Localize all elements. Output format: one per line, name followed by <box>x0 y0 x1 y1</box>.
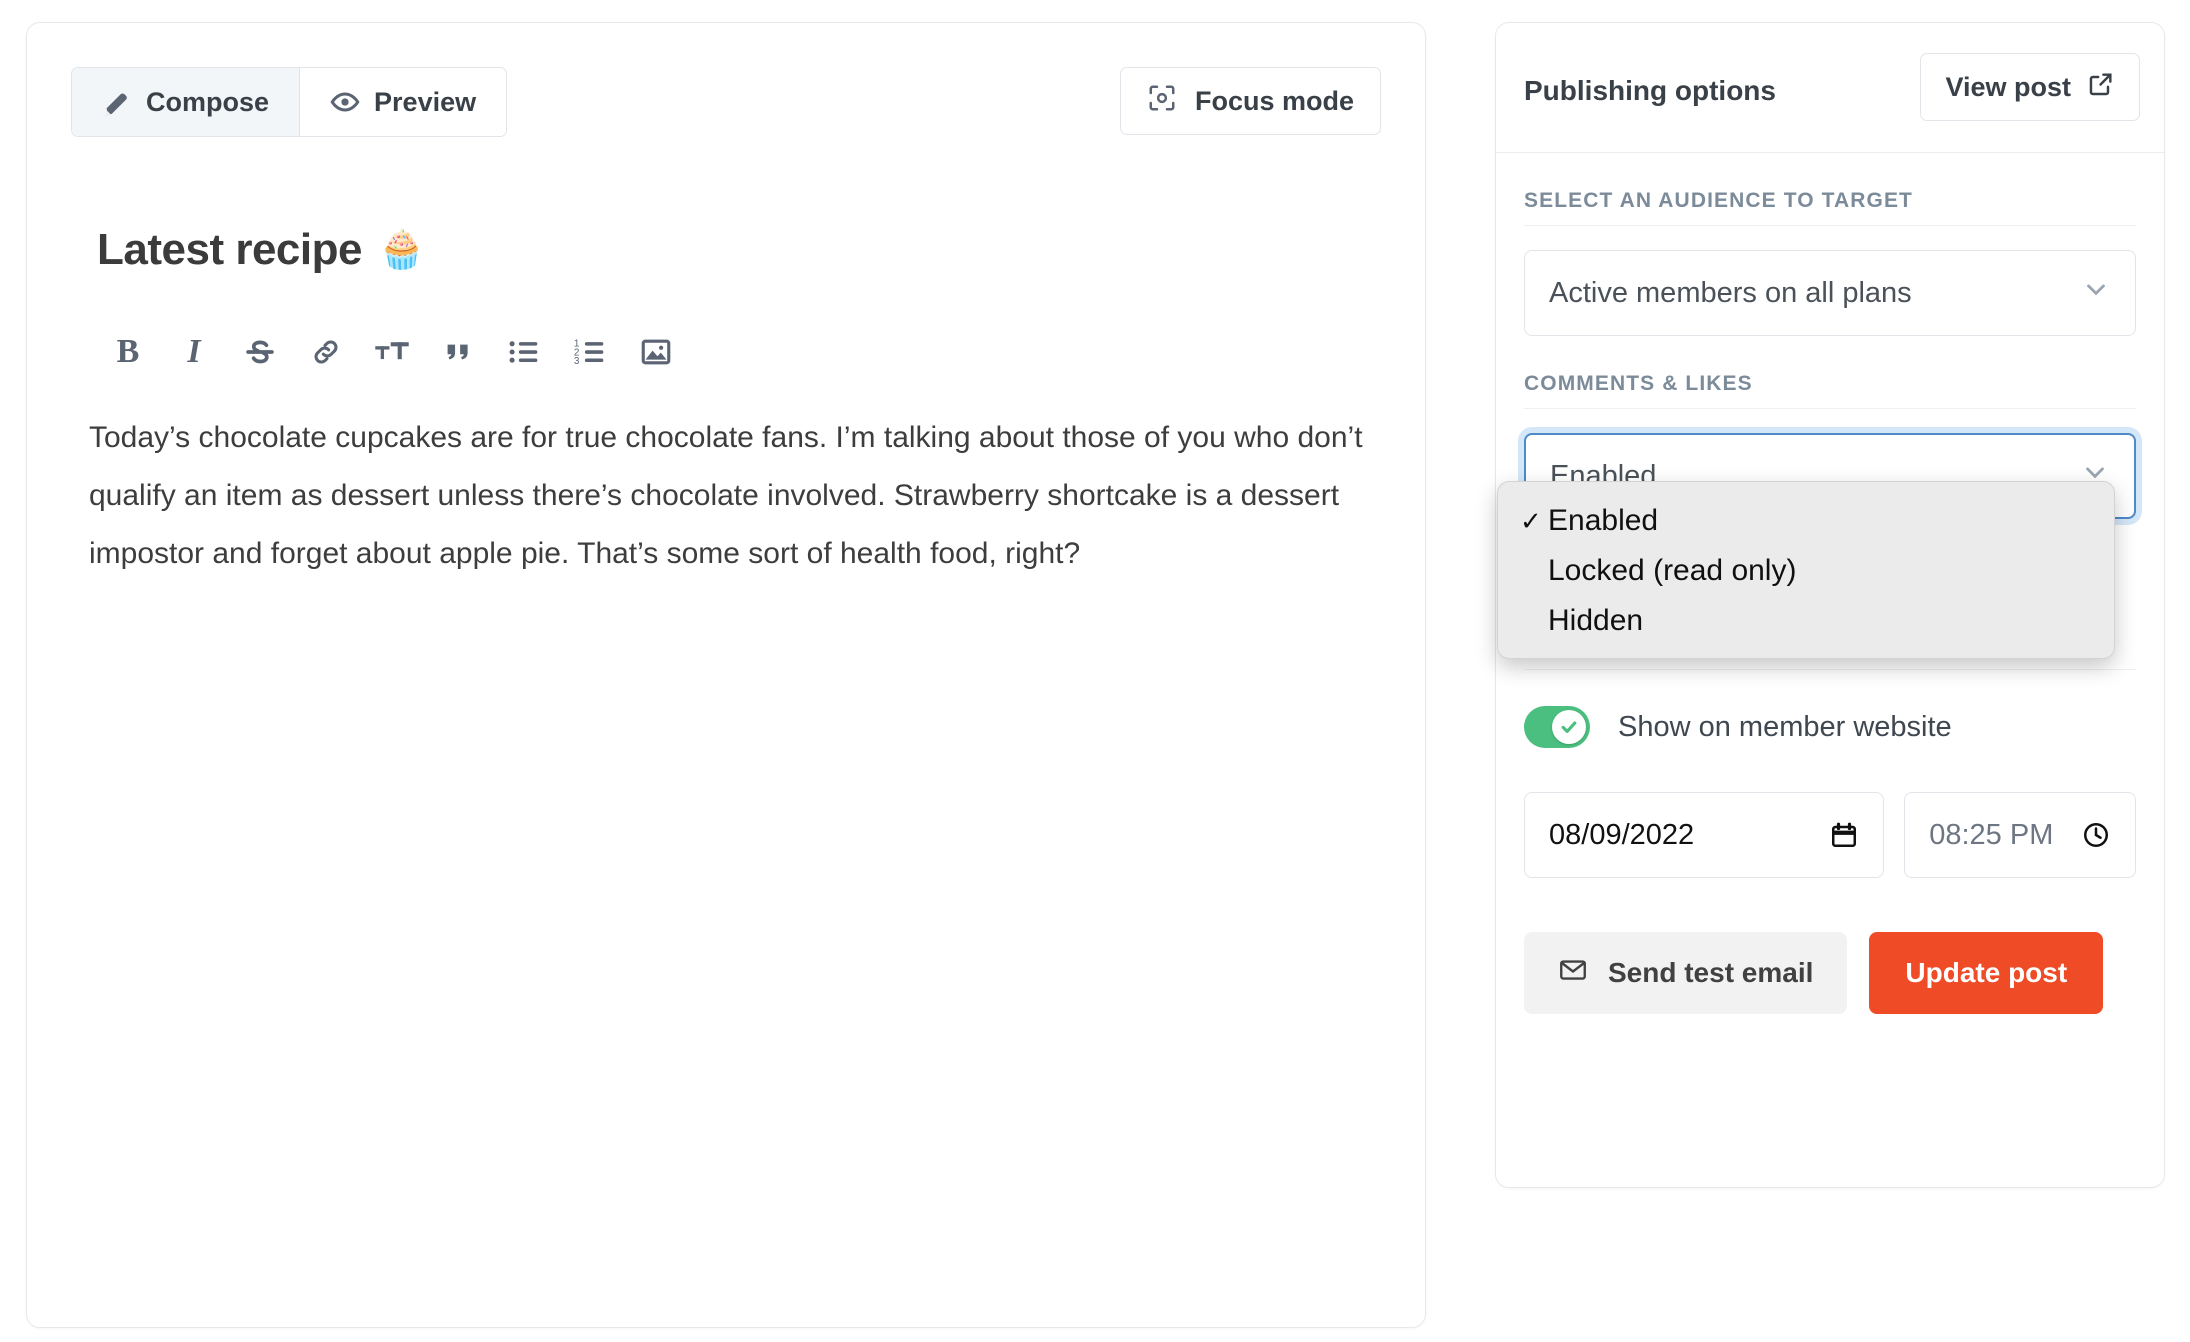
editor-mode-tabs: Compose Preview <box>71 67 507 137</box>
image-icon[interactable] <box>623 329 689 375</box>
update-post-button[interactable]: Update post <box>1869 932 2103 1014</box>
numbered-list-icon[interactable]: 1 2 3 <box>557 329 623 375</box>
svg-text:3: 3 <box>574 356 580 367</box>
toggle-knob <box>1552 710 1586 744</box>
post-body-text[interactable]: Today’s chocolate cupcakes are for true … <box>89 409 1379 583</box>
tab-preview[interactable]: Preview <box>299 68 506 136</box>
italic-icon[interactable]: I <box>161 329 227 375</box>
clock-icon[interactable] <box>2081 820 2111 850</box>
check-icon: ✓ <box>1520 506 1548 537</box>
audience-select[interactable]: Active members on all plans <box>1524 250 2136 336</box>
dropdown-option-enabled[interactable]: ✓ Enabled <box>1498 496 2114 546</box>
italic-label: I <box>187 333 200 371</box>
post-title[interactable]: Latest recipe 🧁 <box>97 225 425 275</box>
quote-icon[interactable] <box>425 329 491 375</box>
dropdown-option-hidden[interactable]: Hidden <box>1498 596 2114 646</box>
eye-icon <box>330 87 360 117</box>
tab-compose[interactable]: Compose <box>72 68 299 136</box>
calendar-icon[interactable] <box>1829 820 1859 850</box>
formatting-toolbar: B I <box>95 329 689 375</box>
comments-section-label: Comments & likes <box>1524 336 2136 409</box>
dropdown-option-locked[interactable]: Locked (read only) <box>1498 546 2114 596</box>
audience-select-value: Active members on all plans <box>1549 277 1912 310</box>
strikethrough-icon[interactable] <box>227 329 293 375</box>
focus-frame-icon <box>1147 83 1177 120</box>
publish-date-input[interactable]: 08/09/2022 <box>1524 792 1884 878</box>
chevron-down-icon <box>2081 274 2111 312</box>
send-test-email-label: Send test email <box>1608 957 1813 989</box>
focus-mode-button[interactable]: Focus mode <box>1120 67 1381 135</box>
audience-select-wrap: Active members on all plans <box>1524 250 2136 336</box>
link-icon[interactable] <box>293 329 359 375</box>
tab-compose-label: Compose <box>146 87 269 118</box>
schedule-row: 08/09/2022 08:25 PM <box>1524 792 2136 878</box>
bullet-list-icon[interactable] <box>491 329 557 375</box>
bold-icon[interactable]: B <box>95 329 161 375</box>
envelope-icon <box>1558 955 1588 992</box>
page-root: Compose Preview <box>0 0 2190 1342</box>
publish-time-value: 08:25 PM <box>1929 819 2053 852</box>
editor-card: Compose Preview <box>26 22 1426 1328</box>
cupcake-emoji: 🧁 <box>378 228 425 272</box>
view-post-label: View post <box>1945 72 2071 103</box>
bold-label: B <box>117 333 140 371</box>
show-on-member-website-toggle[interactable] <box>1524 706 1590 748</box>
post-title-text: Latest recipe <box>97 225 362 275</box>
audience-section: Select an audience to target Active memb… <box>1496 153 2164 336</box>
dropdown-option-label: Hidden <box>1548 604 1643 638</box>
publish-date-value: 08/09/2022 <box>1549 819 1694 852</box>
show-on-website-row: Show on member website <box>1524 706 2136 748</box>
external-link-icon <box>2087 70 2115 105</box>
page-title: Publishing options <box>1524 75 1776 107</box>
show-on-member-website-label: Show on member website <box>1618 711 1952 744</box>
publishing-header: Publishing options View post <box>1496 23 2164 153</box>
view-post-button[interactable]: View post <box>1920 53 2140 121</box>
dropdown-option-label: Enabled <box>1548 504 1658 538</box>
heading-icon[interactable] <box>359 329 425 375</box>
focus-mode-label: Focus mode <box>1195 86 1354 117</box>
publish-actions: Send test email Update post <box>1524 932 2136 1014</box>
publish-time-input[interactable]: 08:25 PM <box>1904 792 2136 878</box>
comments-select-dropdown[interactable]: ✓ Enabled Locked (read only) Hidden <box>1497 481 2115 659</box>
pencil-icon <box>102 87 132 117</box>
dropdown-option-label: Locked (read only) <box>1548 554 1796 588</box>
editor-toolbar-top: Compose Preview <box>27 23 1425 145</box>
website-settings-section: Website settings Show on member website … <box>1496 597 2164 1014</box>
tab-preview-label: Preview <box>374 87 476 118</box>
update-post-label: Update post <box>1905 957 2067 989</box>
send-test-email-button[interactable]: Send test email <box>1524 932 1847 1014</box>
audience-section-label: Select an audience to target <box>1524 153 2136 226</box>
